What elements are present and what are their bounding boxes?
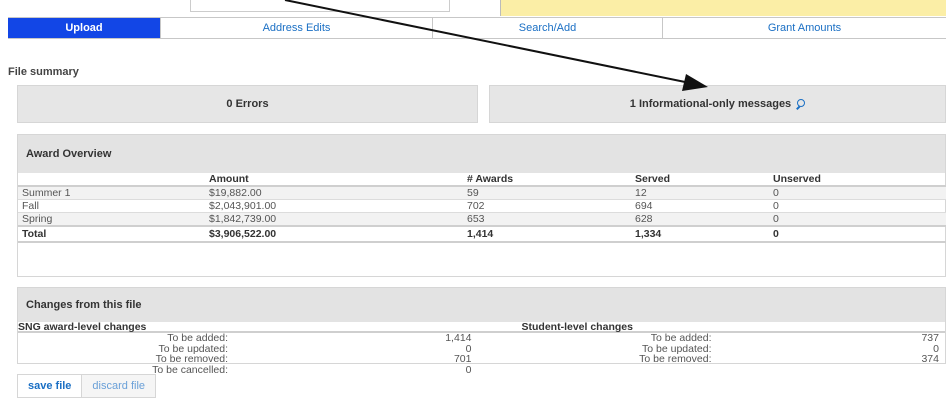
col-served: Served — [631, 173, 769, 187]
table-row: Summer 1 $19,882.00 59 12 0 — [18, 186, 946, 200]
student-level-header: Student-level changes — [481, 322, 945, 333]
cell-awards: 59 — [463, 186, 631, 200]
discard-file-button[interactable]: discard file — [82, 374, 156, 398]
change-value: 701 — [453, 353, 472, 365]
tab-upload[interactable]: Upload — [8, 18, 161, 38]
cell-term: Summer 1 — [18, 186, 205, 200]
tab-bar: Upload Address Edits Search/Add Grant Am… — [8, 17, 946, 39]
change-value: 374 — [921, 353, 939, 365]
file-actions: save file discard file — [17, 374, 156, 398]
errors-box: 0 Errors — [17, 85, 478, 123]
list-item: To be updated: 0 — [18, 342, 482, 355]
top-field — [190, 0, 450, 12]
info-messages-box[interactable]: 1 Informational-only messages — [489, 85, 946, 123]
change-label: To be added: — [167, 332, 228, 344]
cell-served: 628 — [631, 212, 769, 227]
table-row: Fall $2,043,901.00 702 694 0 — [18, 199, 946, 213]
changes-title: Changes from this file — [18, 288, 945, 322]
list-item: To be added: 1,414 — [18, 333, 482, 344]
total-awards: 1,414 — [463, 225, 631, 243]
col-amount: Amount — [205, 173, 463, 187]
total-served: 1,334 — [631, 225, 769, 243]
errors-label: 0 Errors — [226, 98, 269, 110]
magnifier-icon[interactable] — [795, 99, 806, 109]
cell-unserved: 0 — [769, 186, 946, 200]
change-value: 0 — [465, 363, 472, 376]
tab-search-add[interactable]: Search/Add — [433, 18, 663, 38]
award-table-header: Amount # Awards Served Unserved — [18, 173, 946, 187]
total-row: Total $3,906,522.00 1,414 1,334 0 — [18, 225, 946, 243]
info-messages-label[interactable]: 1 Informational-only messages — [630, 98, 791, 110]
cell-served: 694 — [631, 199, 769, 213]
save-file-button[interactable]: save file — [17, 374, 83, 398]
table-row: Spring $1,842,739.00 653 628 0 — [18, 212, 946, 227]
cell-unserved: 0 — [769, 199, 946, 213]
change-value: 737 — [921, 332, 939, 344]
changes-columns: SNG award-level changes To be added: 1,41… — [18, 322, 945, 375]
cell-awards: 653 — [463, 212, 631, 227]
change-label: To be removed: — [639, 353, 712, 365]
cell-served: 12 — [631, 186, 769, 200]
changes-panel: Changes from this file SNG award-level c… — [17, 287, 946, 375]
change-label: To be added: — [650, 332, 712, 344]
change-value: 0 — [465, 342, 472, 355]
list-item: To be removed: 701 — [18, 354, 482, 365]
cell-amount: $2,043,901.00 — [205, 199, 463, 213]
change-value: 1,414 — [445, 332, 472, 344]
list-item: To be removed: 374 — [482, 354, 946, 365]
col-term — [18, 173, 205, 187]
total-term: Total — [18, 225, 205, 243]
award-level-changes: SNG award-level changes To be added: 1,41… — [18, 322, 482, 375]
list-item: To be added: 737 — [482, 333, 946, 344]
tab-address-edits[interactable]: Address Edits — [161, 18, 433, 38]
tab-grant-amounts[interactable]: Grant Amounts — [663, 18, 946, 38]
cell-unserved: 0 — [769, 212, 946, 227]
total-unserved: 0 — [769, 225, 946, 243]
cell-amount: $1,842,739.00 — [205, 212, 463, 227]
list-item: To be updated: 0 — [482, 342, 946, 355]
top-yellow-bar — [500, 0, 946, 16]
col-unserved: Unserved — [769, 173, 946, 187]
award-overview-title: Award Overview — [18, 135, 945, 173]
total-amount: $3,906,522.00 — [205, 225, 463, 243]
award-level-header: SNG award-level changes — [18, 322, 482, 333]
cell-awards: 702 — [463, 199, 631, 213]
cell-term: Spring — [18, 212, 205, 227]
cell-term: Fall — [18, 199, 205, 213]
col-awards: # Awards — [463, 173, 631, 187]
file-summary-title: File summary — [8, 66, 79, 78]
award-table: Amount # Awards Served Unserved Summer 1… — [18, 173, 946, 243]
change-value: 0 — [933, 342, 939, 355]
award-overview-panel: Award Overview Amount # Awards Served Un… — [17, 134, 946, 277]
change-label: To be removed: — [155, 353, 228, 365]
top-strip — [0, 0, 946, 18]
student-level-changes: Student-level changes To be added: 737 To… — [481, 322, 946, 375]
cell-amount: $19,882.00 — [205, 186, 463, 200]
